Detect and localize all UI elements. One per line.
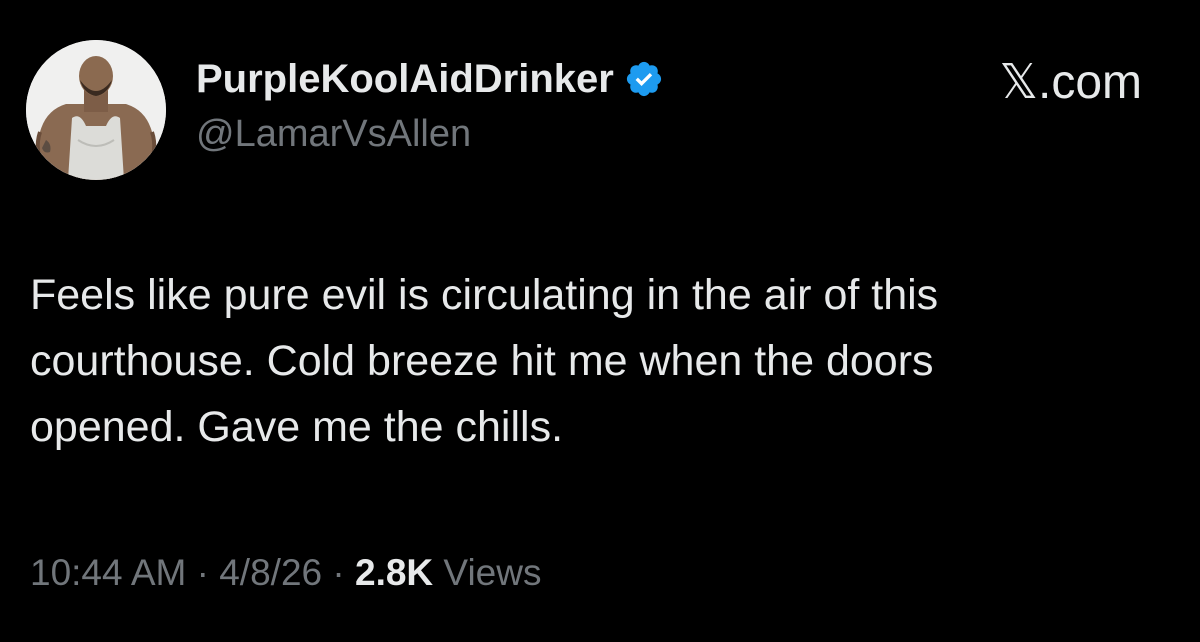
tweet-meta: 10:44 AM · 4/8/26 · 2.8K Views xyxy=(30,552,541,594)
views-label: Views xyxy=(433,552,542,593)
meta-separator: · xyxy=(322,552,355,593)
avatar[interactable] xyxy=(26,40,166,180)
author-handle[interactable]: @LamarVsAllen xyxy=(196,113,471,156)
tweet-text-line: courthouse. Cold breeze hit me when the … xyxy=(30,337,934,385)
verified-badge-icon xyxy=(626,61,661,97)
tweet-time[interactable]: 10:44 AM xyxy=(30,552,186,593)
views-count[interactable]: 2.8K xyxy=(355,552,433,593)
author-display-name[interactable]: PurpleKoolAidDrinker xyxy=(196,57,614,102)
x-com-logo: 𝕏.com xyxy=(999,56,1142,109)
tweet-text: Feels like pure evil is circulating in t… xyxy=(30,262,1170,460)
tweet-text-line: opened. Gave me the chills. xyxy=(30,403,564,451)
profile-photo-icon xyxy=(26,40,166,180)
tweet-card: PurpleKoolAidDrinker @LamarVsAllen 𝕏.com… xyxy=(0,0,1200,642)
tweet-date[interactable]: 4/8/26 xyxy=(219,552,322,593)
author-name-row: PurpleKoolAidDrinker xyxy=(196,54,664,104)
meta-separator: · xyxy=(186,552,220,593)
tweet-text-line: Feels like pure evil is circulating in t… xyxy=(30,271,939,319)
